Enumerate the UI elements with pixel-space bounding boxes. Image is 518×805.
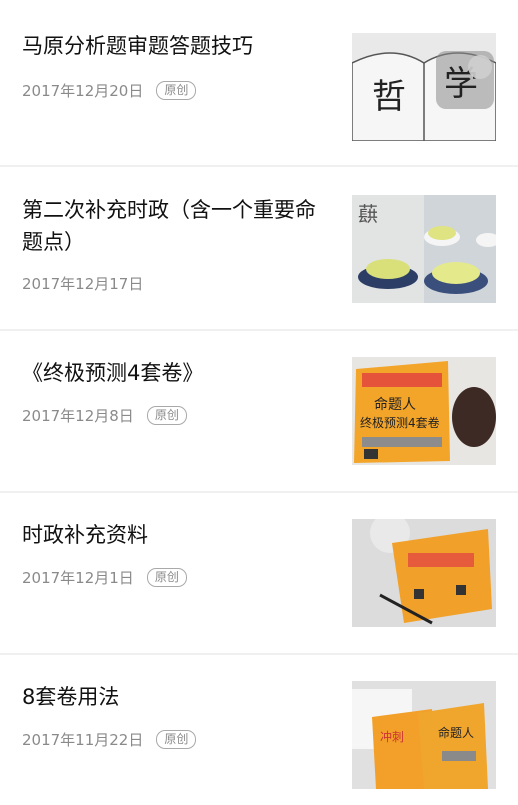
exam-book-pen-icon[interactable] <box>352 519 496 627</box>
thumb-book-title: 冲刺 <box>380 729 404 744</box>
thumb-book-title: 命题人 <box>438 725 474 740</box>
tea-cups-icon[interactable]: 蕻 <box>352 195 496 303</box>
original-badge: 原创 <box>156 81 197 100</box>
exam-books-stack-icon[interactable]: 冲刺 命题人 <box>352 681 496 789</box>
article-title[interactable]: 时政补充资料 <box>22 519 332 551</box>
article-title[interactable]: 8套卷用法 <box>22 681 332 713</box>
exam-book-icon[interactable]: 命题人 终极预测4套卷 <box>352 357 496 465</box>
original-badge: 原创 <box>156 730 197 749</box>
list-item[interactable]: 8套卷用法 2017年11月22日 原创 冲刺 命题人 <box>0 655 518 805</box>
article-meta: 2017年12月1日 原创 <box>22 567 187 588</box>
article-date: 2017年12月1日 <box>22 569 134 587</box>
article-date: 2017年12月17日 <box>22 275 144 293</box>
article-list: 马原分析题审题答题技巧 2017年12月20日 原创 哲 学 第二次补充时政（含… <box>0 0 518 805</box>
article-meta: 2017年12月20日 原创 <box>22 80 197 101</box>
list-item[interactable]: 马原分析题审题答题技巧 2017年12月20日 原创 哲 学 <box>0 0 518 165</box>
original-badge: 原创 <box>146 568 187 587</box>
article-title[interactable]: 第二次补充时政（含一个重要命题点） <box>22 194 332 258</box>
article-meta: 2017年12月17日 <box>22 273 143 294</box>
thumb-book-subtitle: 终极预测4套卷 <box>360 415 440 430</box>
thumb-char: 哲 <box>372 77 406 117</box>
thumb-book-title: 命题人 <box>374 396 416 413</box>
book-philosophy-icon[interactable]: 哲 学 <box>352 33 496 141</box>
thumb-char: 蕻 <box>358 202 378 226</box>
original-badge: 原创 <box>146 406 187 425</box>
list-item[interactable]: 第二次补充时政（含一个重要命题点） 2017年12月17日 蕻 <box>0 167 518 329</box>
list-item[interactable]: 时政补充资料 2017年12月1日 原创 <box>0 493 518 653</box>
list-item[interactable]: 《终极预测4套卷》 2017年12月8日 原创 命题人 终极预测4套卷 <box>0 331 518 491</box>
article-meta: 2017年11月22日 原创 <box>22 729 197 750</box>
article-date: 2017年12月8日 <box>22 407 134 425</box>
article-date: 2017年12月20日 <box>22 82 144 100</box>
article-title[interactable]: 《终极预测4套卷》 <box>22 357 332 389</box>
article-meta: 2017年12月8日 原创 <box>22 405 187 426</box>
article-date: 2017年11月22日 <box>22 731 144 749</box>
article-title[interactable]: 马原分析题审题答题技巧 <box>22 30 332 62</box>
